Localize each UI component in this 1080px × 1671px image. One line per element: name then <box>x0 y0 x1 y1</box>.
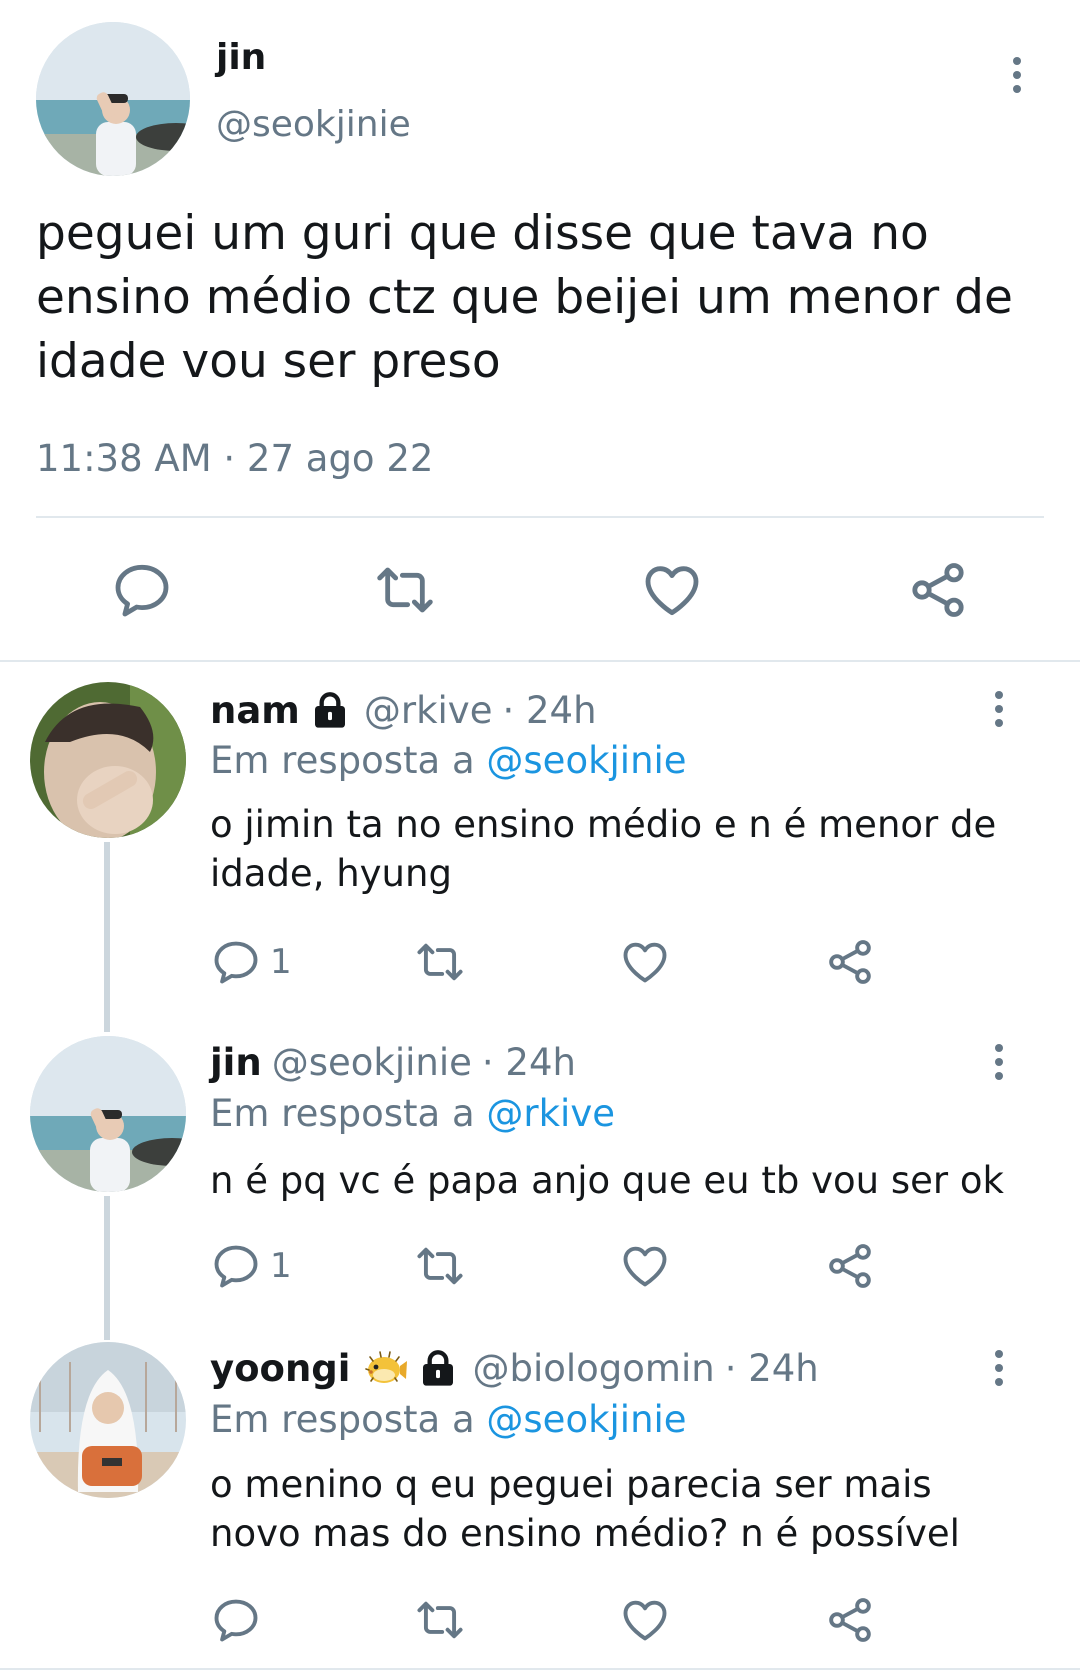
mention-link[interactable]: @seokjinie <box>486 739 686 782</box>
avatar-photo <box>30 1342 186 1498</box>
like-button[interactable] <box>619 936 671 988</box>
reply-button[interactable] <box>210 1594 270 1646</box>
reply-age: · 24h <box>724 1347 819 1390</box>
tweet-text-line: idade vou ser preso <box>36 334 501 389</box>
reply-age: · 24h <box>481 1041 576 1084</box>
more-options-icon[interactable] <box>979 1343 1019 1393</box>
bottom-divider <box>0 1668 1080 1670</box>
thread-line <box>104 842 110 1032</box>
comment-icon <box>110 558 174 622</box>
retweet-icon <box>373 558 437 622</box>
reply-button[interactable] <box>110 558 174 622</box>
author-name[interactable]: nam <box>210 688 300 734</box>
like-button[interactable] <box>640 558 704 622</box>
tweet-date: 27 ago 22 <box>246 437 434 480</box>
reply-context-label: Em resposta a <box>210 1092 475 1135</box>
reply-text: o menino q eu peguei parecia ser mais no… <box>210 1460 960 1558</box>
reply-text-line: o jimin ta no ensino médio e n é menor d… <box>210 803 997 846</box>
thread-line <box>104 1196 110 1340</box>
author-handle[interactable]: @seokjinie <box>216 103 411 147</box>
like-button[interactable] <box>619 1240 671 1292</box>
reply-context: Em resposta a @seokjinie <box>210 738 687 784</box>
reply-text: n é pq vc é papa anjo que eu tb vou ser … <box>210 1156 1004 1205</box>
reply-text-line: o menino q eu peguei parecia ser mais <box>210 1463 932 1506</box>
reply-header: jin @seokjinie · 24h <box>210 1040 576 1086</box>
avatar-photo <box>36 22 190 176</box>
comment-icon <box>210 936 262 988</box>
retweet-button[interactable] <box>414 1594 466 1646</box>
share-icon <box>824 936 876 988</box>
tweet-text-line: ensino médio ctz que beijei um menor de <box>36 270 1013 325</box>
author-handle[interactable]: @seokjinie <box>272 1040 472 1086</box>
lock-icon <box>418 1349 458 1389</box>
avatar[interactable] <box>30 1036 186 1192</box>
retweet-button[interactable] <box>414 936 466 988</box>
share-icon <box>906 558 970 622</box>
mention-link[interactable]: @seokjinie <box>486 1398 686 1441</box>
comment-icon <box>210 1240 262 1292</box>
reply-header: nam @rkive · 24h <box>210 688 597 734</box>
more-options-icon[interactable] <box>997 50 1037 100</box>
retweet-icon <box>414 1594 466 1646</box>
retweet-button[interactable] <box>414 1240 466 1292</box>
reply-text-line: n é pq vc é papa anjo que eu tb vou ser … <box>210 1159 1004 1202</box>
mention-link[interactable]: @rkive <box>486 1092 615 1135</box>
heart-icon <box>619 936 671 988</box>
share-icon <box>824 1240 876 1292</box>
avatar[interactable] <box>30 682 186 838</box>
tweet-timestamp[interactable]: 11:38 AM · 27 ago 22 <box>36 436 433 482</box>
reply-count: 1 <box>270 942 292 982</box>
lock-icon <box>310 691 350 731</box>
author-handle[interactable]: @rkive <box>364 688 493 734</box>
reply-text-line: novo mas do ensino médio? n é possível <box>210 1512 960 1555</box>
share-button[interactable] <box>824 936 876 988</box>
reply-context-label: Em resposta a <box>210 739 475 782</box>
share-icon <box>824 1594 876 1646</box>
section-divider <box>0 660 1080 662</box>
reply-text: o jimin ta no ensino médio e n é menor d… <box>210 800 996 898</box>
retweet-icon <box>414 1240 466 1292</box>
author-name[interactable]: yoongi <box>210 1346 350 1392</box>
more-options-icon[interactable] <box>979 1037 1019 1087</box>
reply-count: 1 <box>270 1246 292 1286</box>
reply-context: Em resposta a @rkive <box>210 1091 615 1137</box>
retweet-icon <box>414 936 466 988</box>
reply-text-line: idade, hyung <box>210 852 452 895</box>
avatar[interactable] <box>30 1342 186 1498</box>
more-options-icon[interactable] <box>979 684 1019 734</box>
share-button[interactable] <box>906 558 970 622</box>
tweet-text: peguei um guri que disse que tava no ens… <box>36 202 1013 394</box>
retweet-button[interactable] <box>373 558 437 622</box>
reply-button[interactable]: 1 <box>210 1240 292 1292</box>
divider <box>36 516 1044 518</box>
reply-header: yoongi @biologomin · 24h <box>210 1346 819 1392</box>
heart-icon <box>640 558 704 622</box>
avatar-photo <box>30 682 186 838</box>
author-name[interactable]: jin <box>210 1040 262 1086</box>
heart-icon <box>619 1594 671 1646</box>
reply-button[interactable]: 1 <box>210 936 292 988</box>
tweet-text-line: peguei um guri que disse que tava no <box>36 206 929 261</box>
reply-context-label: Em resposta a <box>210 1398 475 1441</box>
separator-dot: · <box>223 437 236 480</box>
share-button[interactable] <box>824 1240 876 1292</box>
avatar[interactable] <box>36 22 190 176</box>
pufferfish-emoji-icon <box>365 1351 408 1383</box>
avatar-photo <box>30 1036 186 1192</box>
like-button[interactable] <box>619 1594 671 1646</box>
author-handle[interactable]: @biologomin <box>472 1346 714 1392</box>
comment-icon <box>210 1594 262 1646</box>
author-name[interactable]: jin <box>216 36 266 80</box>
reply-context: Em resposta a @seokjinie <box>210 1397 687 1443</box>
share-button[interactable] <box>824 1594 876 1646</box>
tweet-time: 11:38 AM <box>36 437 212 480</box>
reply-age: · 24h <box>502 689 597 732</box>
heart-icon <box>619 1240 671 1292</box>
